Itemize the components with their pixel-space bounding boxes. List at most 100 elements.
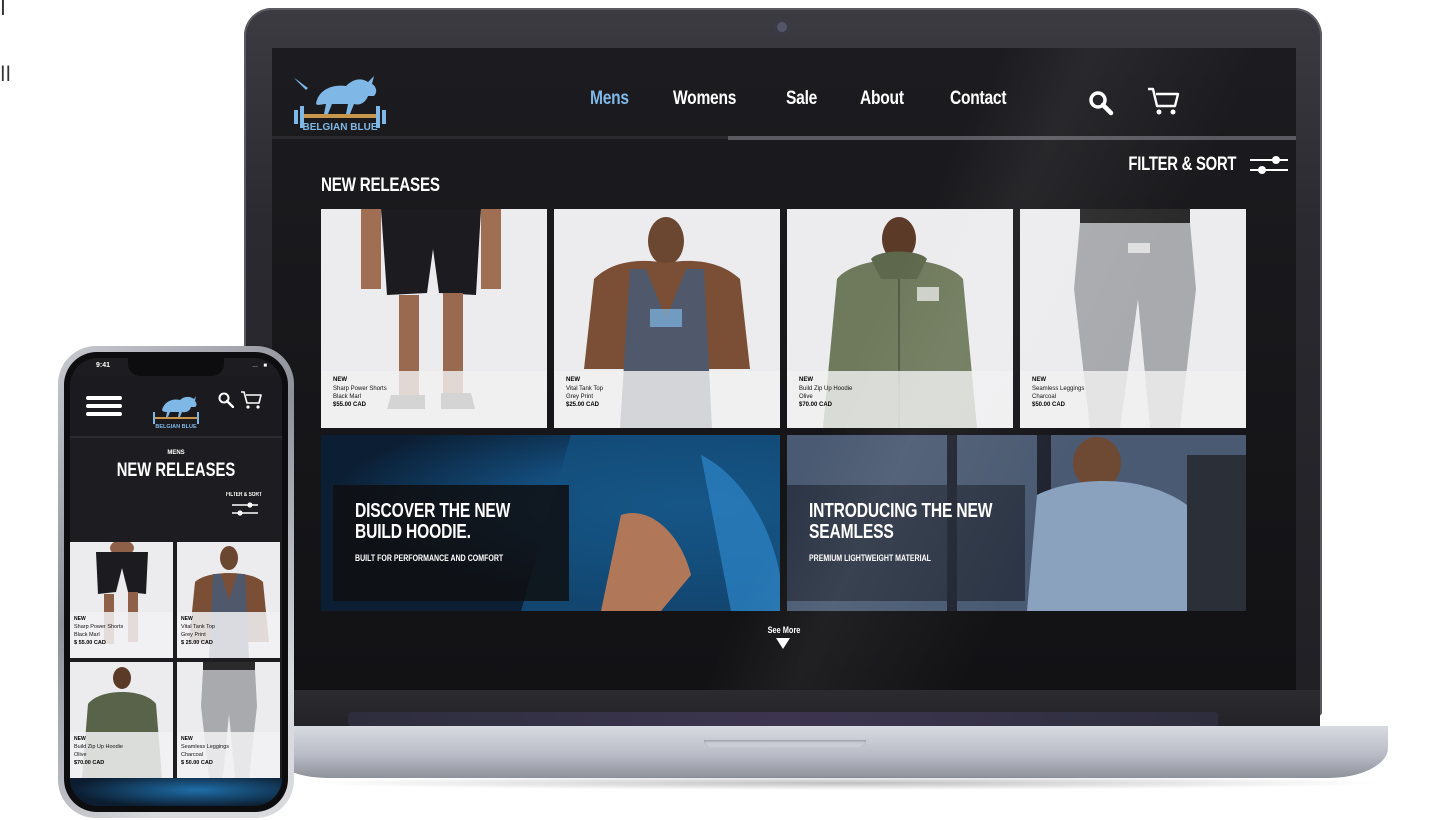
belgian-blue-logo[interactable]: BELGIAN BLUE bbox=[288, 70, 392, 136]
mobile-header: BELGIAN BLUE bbox=[70, 376, 282, 436]
webcam-icon bbox=[774, 19, 790, 35]
desktop-screen: BELGIAN BLUE Mens Womens Sale About Contact … bbox=[272, 48, 1296, 690]
banner-title: INTRODUCING THE NEW bbox=[809, 500, 993, 522]
product-name: Sharp Power Shorts bbox=[74, 624, 124, 630]
filter-sort-label: FILTER & SORT bbox=[1128, 154, 1237, 175]
product-info: NEW Vital Tank Top Grey Print $25.00 CAD bbox=[554, 371, 780, 428]
hamburger-menu-icon[interactable] bbox=[86, 396, 122, 416]
category-label: MENS bbox=[167, 450, 185, 456]
product-card[interactable]: NEW Vital Tank Top Grey Print $ 25.00 CA… bbox=[177, 542, 280, 658]
product-color: Olive bbox=[799, 394, 813, 400]
new-badge: NEW bbox=[799, 377, 813, 383]
product-info: NEW Seamless Leggings Charcoal $ 50.00 C… bbox=[177, 732, 280, 778]
page-title: NEW RELEASES bbox=[116, 460, 236, 481]
filter-sort-button[interactable]: FILTER & SORT bbox=[1098, 154, 1289, 176]
desktop-header: BELGIAN BLUE Mens Womens Sale About Contact bbox=[272, 48, 1296, 140]
product-name: Build Zip Up Hoodie bbox=[74, 744, 123, 750]
product-color: Olive bbox=[74, 752, 87, 758]
product-color: Black Marl bbox=[74, 632, 100, 638]
promo-banners: DISCOVER THE NEW BUILD HOODIE. BUILT FOR… bbox=[321, 435, 1246, 611]
product-card[interactable]: NEW Seamless Leggings Charcoal $50.00 CA… bbox=[1020, 209, 1246, 428]
mobile-screen: BELGIAN BLUE 9:41 … ■ MENS NEW RELEASES … bbox=[70, 358, 282, 806]
nav-item-sale[interactable]: Sale bbox=[786, 88, 817, 110]
product-grid: NEW Sharp Power Shorts Black Marl $55.00… bbox=[321, 209, 1246, 428]
nav-item-mens[interactable]: Mens bbox=[590, 88, 629, 110]
product-info: NEW Build Zip Up Hoodie Olive $70.00 CAD bbox=[70, 732, 173, 778]
product-price: $ 25.00 CAD bbox=[181, 640, 213, 646]
logo-text: BELGIAN BLUE bbox=[303, 122, 378, 133]
product-price: $55.00 CAD bbox=[333, 402, 367, 408]
product-color: Black Marl bbox=[333, 394, 362, 400]
new-badge: NEW bbox=[566, 377, 580, 383]
status-time: 9:41 bbox=[96, 362, 111, 369]
product-price: $70.00 CAD bbox=[799, 402, 833, 408]
banner-title-line2: BUILD HOODIE. bbox=[355, 521, 471, 543]
product-price: $25.00 CAD bbox=[566, 402, 600, 408]
mockup-stage: I ll BELGIAN BLUE Mens Womens Sale About Con… bbox=[0, 0, 1453, 820]
product-card[interactable]: NEW Build Zip Up Hoodie Olive $70.00 CAD bbox=[70, 662, 173, 778]
product-name: Build Zip Up Hoodie bbox=[799, 386, 853, 392]
banner-text-box: DISCOVER THE NEW BUILD HOODIE. BUILT FOR… bbox=[333, 485, 569, 601]
cart-icon[interactable] bbox=[1146, 86, 1180, 116]
arrow-down-icon[interactable] bbox=[776, 638, 790, 649]
product-name: Sharp Power Shorts bbox=[333, 386, 387, 392]
status-icons: … ■ bbox=[252, 363, 268, 369]
filter-sort-label[interactable]: FILTER & SORT bbox=[226, 492, 262, 498]
search-icon[interactable] bbox=[1088, 90, 1114, 116]
product-name: Seamless Leggings bbox=[181, 744, 230, 750]
product-info: NEW Seamless Leggings Charcoal $50.00 CA… bbox=[1020, 371, 1246, 428]
banner-subtitle: BUILT FOR PERFORMANCE AND COMFORT bbox=[355, 553, 504, 563]
new-badge: NEW bbox=[181, 616, 193, 622]
nav-item-womens[interactable]: Womens bbox=[673, 88, 736, 110]
laptop-notch bbox=[704, 740, 866, 748]
new-badge: NEW bbox=[74, 616, 86, 622]
search-icon[interactable] bbox=[218, 392, 234, 408]
promo-banner-hoodie[interactable]: DISCOVER THE NEW BUILD HOODIE. BUILT FOR… bbox=[321, 435, 780, 611]
laptop-keyboard bbox=[348, 712, 1218, 726]
belgian-blue-logo[interactable]: BELGIAN BLUE bbox=[148, 392, 204, 430]
laptop-shadow bbox=[300, 776, 1390, 790]
sliders-icon bbox=[1250, 156, 1289, 174]
product-color: Charcoal bbox=[1032, 394, 1057, 400]
product-info: NEW Sharp Power Shorts Black Marl $ 55.0… bbox=[70, 612, 173, 658]
new-badge: NEW bbox=[74, 736, 86, 742]
product-info: NEW Sharp Power Shorts Black Marl $55.00… bbox=[321, 371, 547, 428]
product-card[interactable]: NEW Sharp Power Shorts Black Marl $55.00… bbox=[321, 209, 547, 428]
product-card[interactable]: NEW Seamless Leggings Charcoal $ 50.00 C… bbox=[177, 662, 280, 778]
banner-title: DISCOVER THE NEW bbox=[355, 500, 511, 522]
cropped-text-line2: ll bbox=[0, 62, 12, 86]
product-card[interactable]: NEW Sharp Power Shorts Black Marl $ 55.0… bbox=[70, 542, 173, 658]
nav-item-about[interactable]: About bbox=[860, 88, 904, 110]
new-badge: NEW bbox=[333, 377, 347, 383]
new-badge: NEW bbox=[1032, 377, 1046, 383]
header-divider bbox=[70, 436, 282, 438]
phone-notch bbox=[128, 358, 224, 376]
mobile-product-grid: NEW Sharp Power Shorts Black Marl $ 55.0… bbox=[70, 542, 282, 778]
nav-item-contact[interactable]: Contact bbox=[950, 88, 1007, 110]
product-name: Vital Tank Top bbox=[566, 386, 604, 392]
product-name: Seamless Leggings bbox=[1032, 386, 1085, 392]
product-color: Grey Print bbox=[566, 394, 594, 400]
see-more-link[interactable]: See More bbox=[768, 625, 801, 635]
cart-icon[interactable] bbox=[240, 390, 262, 410]
sliders-icon[interactable] bbox=[232, 502, 258, 516]
phone-bezel: BELGIAN BLUE 9:41 … ■ MENS NEW RELEASES … bbox=[64, 352, 288, 812]
promo-banner-seamless[interactable]: INTRODUCING THE NEW SEAMLESS PREMIUM LIG… bbox=[787, 435, 1246, 611]
banner-text-box: INTRODUCING THE NEW SEAMLESS PREMIUM LIG… bbox=[787, 485, 1025, 601]
main-nav: Mens Womens Sale About Contact bbox=[590, 88, 1018, 110]
banner-subtitle: PREMIUM LIGHTWEIGHT MATERIAL bbox=[809, 553, 931, 563]
product-color: Charcoal bbox=[181, 752, 204, 758]
product-price: $50.00 CAD bbox=[1032, 402, 1066, 408]
product-card[interactable]: NEW Vital Tank Top Grey Print $25.00 CAD bbox=[554, 209, 780, 428]
product-card[interactable]: NEW Build Zip Up Hoodie Olive $70.00 CAD bbox=[787, 209, 1013, 428]
section-title: NEW RELEASES bbox=[321, 175, 440, 196]
product-info: NEW Vital Tank Top Grey Print $ 25.00 CA… bbox=[177, 612, 280, 658]
header-divider-highlight bbox=[728, 136, 1296, 140]
logo-text: BELGIAN BLUE bbox=[155, 424, 197, 430]
new-badge: NEW bbox=[181, 736, 193, 742]
product-price: $70.00 CAD bbox=[74, 760, 105, 766]
banner-title-line2: SEAMLESS bbox=[809, 521, 894, 543]
product-color: Grey Print bbox=[181, 632, 206, 638]
product-price: $ 55.00 CAD bbox=[74, 640, 106, 646]
mobile-banner-peek bbox=[70, 778, 282, 806]
